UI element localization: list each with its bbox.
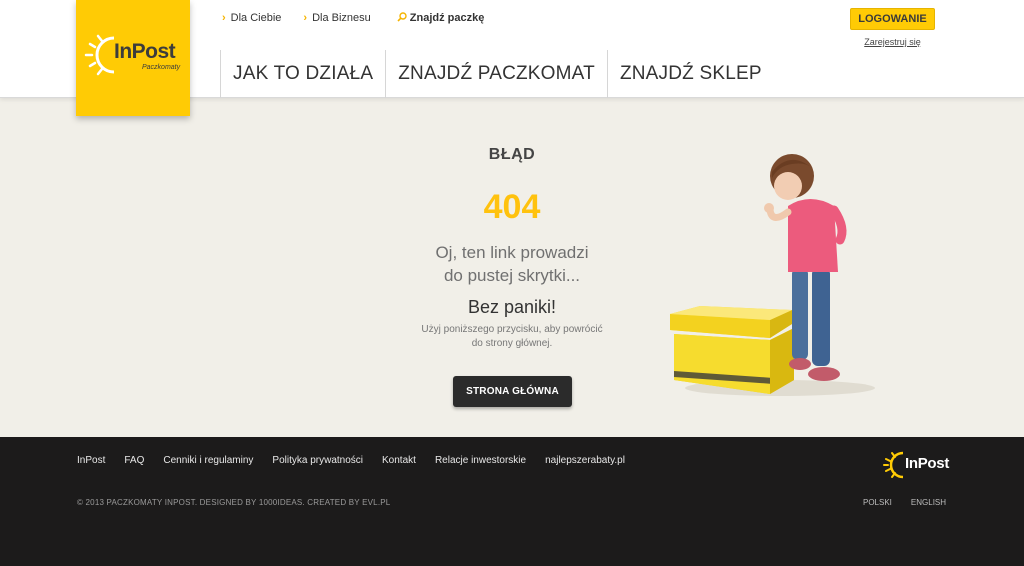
chevron-right-icon: › bbox=[303, 12, 308, 24]
login-button[interactable]: LOGOWANIE bbox=[850, 8, 935, 30]
copyright-text: © 2013 PACZKOMATY INPOST. DESIGNED BY 10… bbox=[77, 498, 391, 507]
top-link-dla-biznesu[interactable]: › Dla Biznesu bbox=[303, 12, 370, 24]
footer-link-polityka[interactable]: Polityka prywatności bbox=[272, 455, 363, 466]
top-link-label: Dla Biznesu bbox=[312, 12, 371, 24]
top-link-dla-ciebie[interactable]: › Dla Ciebie bbox=[222, 12, 281, 24]
error-message-line: do pustej skrytki... bbox=[443, 266, 581, 285]
footer-link-faq[interactable]: FAQ bbox=[124, 455, 144, 466]
logo-text: InPost bbox=[114, 40, 176, 63]
child-with-box-illustration bbox=[670, 154, 875, 396]
chevron-right-icon: › bbox=[222, 12, 226, 24]
nav-item-jak-to-dziala[interactable]: JAK TO DZIAŁA bbox=[220, 50, 385, 98]
logo-tagline: Paczkomaty bbox=[142, 64, 181, 71]
footer-link-inpost[interactable]: InPost bbox=[77, 455, 105, 466]
inpost-logo[interactable]: InPost Paczkomaty bbox=[76, 0, 190, 116]
error-hint-line: Użyj poniższego przycisku, aby powrócić bbox=[421, 324, 603, 335]
footer-links: InPost FAQ Cenniki i regulaminy Polityka… bbox=[77, 455, 644, 466]
footer-link-cenniki[interactable]: Cenniki i regulaminy bbox=[163, 455, 253, 466]
sun-logo-icon bbox=[883, 451, 904, 479]
home-button[interactable]: STRONA GŁÓWNA bbox=[453, 376, 572, 407]
error-code: 404 bbox=[483, 188, 541, 226]
nav-item-znajdz-paczkomat[interactable]: ZNAJDŹ PACZKOMAT bbox=[385, 50, 607, 98]
lang-polski[interactable]: POLSKI bbox=[863, 498, 892, 507]
top-links: › Dla Ciebie › Dla Biznesu Znajdź paczkę bbox=[222, 11, 506, 25]
error-hint-line: do strony głównej. bbox=[471, 338, 553, 349]
error-title: BŁĄD bbox=[488, 146, 536, 163]
main-nav: JAK TO DZIAŁA ZNAJDŹ PACZKOMAT ZNAJDŹ SK… bbox=[220, 50, 774, 98]
footer-logo[interactable]: InPost bbox=[883, 449, 953, 481]
footer-link-relacje[interactable]: Relacje inwestorskie bbox=[435, 455, 526, 466]
footer-link-kontakt[interactable]: Kontakt bbox=[382, 455, 416, 466]
language-switcher: POLSKI ENGLISH bbox=[863, 498, 946, 507]
nav-item-znajdz-sklep[interactable]: ZNAJDŹ SKLEP bbox=[606, 50, 774, 98]
top-link-label: Dla Ciebie bbox=[230, 12, 282, 24]
error-section: BŁĄD bbox=[402, 146, 622, 164]
error-message: Oj, ten link prowadzi do pustej skrytki.… bbox=[362, 241, 662, 287]
register-link[interactable]: Zarejestruj się bbox=[850, 37, 935, 47]
footer-logo-text: InPost bbox=[905, 455, 950, 472]
error-hint: Użyj poniższego przycisku, aby powrócić … bbox=[362, 323, 662, 351]
footer-link-najlepszerabaty[interactable]: najlepszerabaty.pl bbox=[545, 455, 625, 466]
error-message-line: Oj, ten link prowadzi bbox=[435, 243, 589, 262]
find-parcel-label: Znajdź paczkę bbox=[409, 12, 485, 24]
lang-english[interactable]: ENGLISH bbox=[911, 498, 946, 507]
site-footer: InPost FAQ Cenniki i regulaminy Polityka… bbox=[0, 437, 1024, 566]
find-parcel-link[interactable]: Znajdź paczkę bbox=[397, 11, 485, 25]
error-calm-heading: Bez paniki! bbox=[467, 297, 557, 317]
search-icon bbox=[397, 11, 407, 25]
